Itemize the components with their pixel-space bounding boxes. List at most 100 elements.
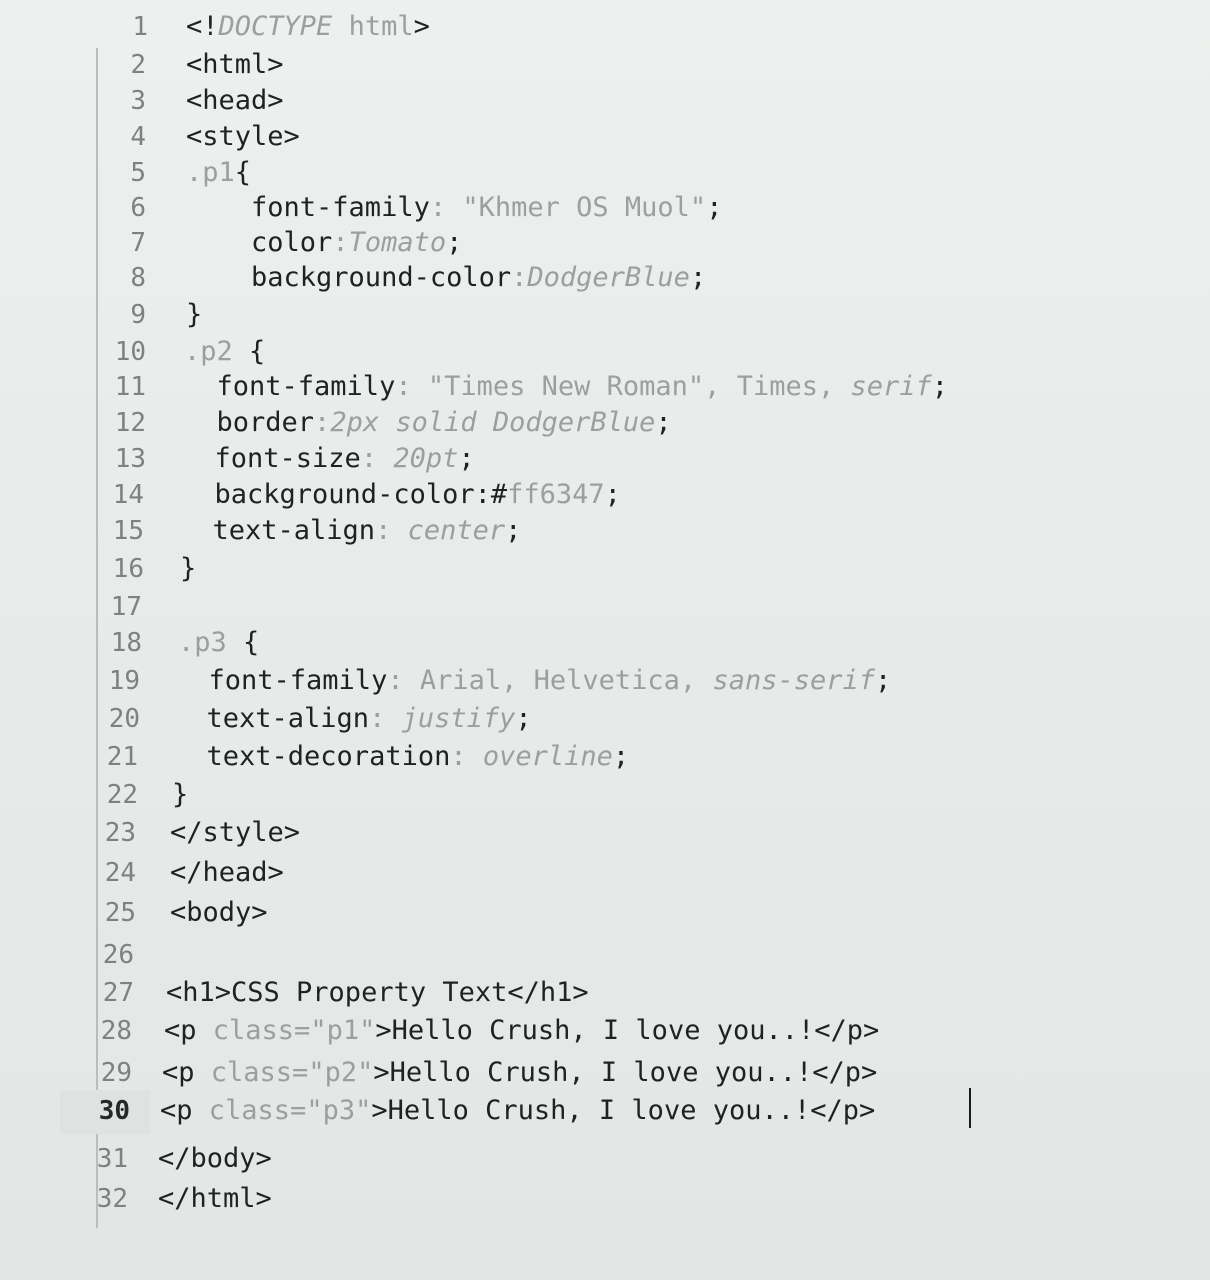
line-number: 1: [132, 12, 148, 42]
line-number: 23: [104, 818, 136, 848]
line-number: 21: [106, 742, 138, 772]
line-code: font-size: 20pt;: [182, 440, 475, 478]
line-number: 3: [130, 86, 146, 116]
line-number: 5: [130, 158, 146, 188]
code-token: :: [360, 443, 394, 474]
code-line-29[interactable]: 29 <p class="p2">Hello Crush, I love you.…: [0, 1054, 1210, 1092]
line-number: 9: [130, 300, 146, 330]
code-token: ;: [689, 262, 707, 293]
code-line-31[interactable]: 31 </body>: [0, 1140, 1210, 1178]
code-token: >Hello Crush, I love you..!</p>: [371, 1095, 876, 1126]
code-token: ;: [612, 741, 630, 772]
code-line-22[interactable]: 22}: [0, 776, 1210, 814]
code-token: center: [407, 515, 506, 546]
line-number: 15: [112, 516, 144, 546]
line-number: 24: [104, 858, 136, 888]
code-line-4[interactable]: 4 <style>: [0, 118, 1210, 156]
code-line-2[interactable]: 2 <html>: [0, 46, 1210, 84]
code-token: ;: [875, 665, 892, 696]
code-token: :: [369, 703, 402, 734]
line-number: 28: [100, 1016, 132, 1046]
code-line-20[interactable]: 20 text-align: justify;: [0, 700, 1210, 738]
line-code: text-align: center;: [180, 512, 522, 550]
line-code: <style>: [186, 118, 300, 156]
code-token: DOCTYPE: [218, 11, 333, 42]
code-token: class="p1": [212, 1015, 376, 1046]
code-token: class="p3": [208, 1095, 372, 1126]
code-line-16[interactable]: 16}: [0, 550, 1210, 588]
code-token: font-size: [182, 443, 361, 474]
code-token: <p: [164, 1015, 213, 1046]
code-line-24[interactable]: 24 </head>: [0, 854, 1210, 892]
code-token: class="p2": [210, 1057, 374, 1088]
code-token: ;: [505, 515, 522, 546]
line-number: 7: [130, 228, 146, 258]
code-token: html: [332, 11, 414, 42]
code-line-7[interactable]: 7 color:Tomato;: [0, 224, 1210, 262]
code-line-18[interactable]: 18 .p3 {: [0, 624, 1210, 662]
code-line-3[interactable]: 3 <head>: [0, 82, 1210, 120]
line-number: 29: [100, 1058, 132, 1088]
code-line-11[interactable]: 11 font-family: "Times New Roman", Times…: [0, 368, 1210, 406]
code-token: </style>: [170, 817, 301, 848]
code-token: ff6347: [507, 479, 605, 510]
code-line-8[interactable]: 8 background-color:DodgerBlue;: [0, 259, 1210, 297]
line-number: 22: [106, 780, 138, 810]
code-token: .p1: [186, 157, 235, 188]
line-code: </head>: [170, 854, 284, 892]
code-line-15[interactable]: 15 text-align: center;: [0, 512, 1210, 550]
code-token: {: [232, 336, 266, 367]
code-token: Tomato: [348, 227, 447, 258]
code-token: ;: [931, 371, 949, 402]
line-code: .p2 {: [184, 333, 265, 371]
code-token: border: [184, 407, 315, 438]
code-token: ;: [604, 479, 621, 510]
code-token: text-decoration: [174, 741, 451, 772]
code-token: :: [332, 227, 349, 258]
code-line-1[interactable]: 1 <!DOCTYPE html>: [0, 8, 1210, 46]
code-line-21[interactable]: 21 text-decoration: overline;: [0, 738, 1210, 776]
line-code: background-color:DodgerBlue;: [186, 259, 706, 297]
code-token: ;: [515, 703, 532, 734]
code-token: <html>: [186, 49, 284, 80]
code-token: font-family: [184, 371, 396, 402]
code-line-28[interactable]: 28 <p class="p1">Hello Crush, I love you.…: [0, 1012, 1210, 1050]
line-code: </html>: [158, 1180, 272, 1218]
code-line-27[interactable]: 27 <h1>CSS Property Text</h1>: [0, 974, 1210, 1012]
code-token: :: [375, 515, 408, 546]
code-line-32[interactable]: 32 </html>: [0, 1180, 1210, 1218]
line-code: .p3 {: [178, 624, 259, 662]
code-token: <body>: [170, 897, 268, 928]
code-token: >Hello Crush, I love you..!</p>: [375, 1015, 880, 1046]
code-token: </head>: [170, 857, 284, 888]
text-caret: [969, 1088, 971, 1128]
code-line-30[interactable]: 30 <p class="p3">Hello Crush, I love you.…: [0, 1092, 1210, 1130]
code-line-6[interactable]: 6 font-family: "Khmer OS Muol";: [0, 189, 1210, 227]
code-line-12[interactable]: 12 border:2px solid DodgerBlue;: [0, 404, 1210, 442]
code-line-17[interactable]: 17: [0, 588, 1210, 626]
code-line-13[interactable]: 13 font-size: 20pt;: [0, 440, 1210, 478]
code-line-19[interactable]: 19 font-family: Arial, Helvetica, sans-s…: [0, 662, 1210, 700]
line-number: 4: [130, 122, 146, 152]
code-token: font-family: [176, 665, 388, 696]
code-token: }: [186, 299, 203, 330]
code-line-14[interactable]: 14 background-color:#ff6347;: [0, 476, 1210, 514]
line-number: 12: [114, 408, 146, 438]
code-token: : Arial, Helvetica,: [387, 665, 713, 696]
code-token: </body>: [158, 1143, 272, 1174]
code-line-26[interactable]: 26: [0, 936, 1210, 974]
code-line-23[interactable]: 23 </style>: [0, 814, 1210, 852]
line-code: <p class="p3">Hello Crush, I love you..!…: [160, 1092, 875, 1130]
line-number: 11: [114, 372, 146, 402]
code-token: }: [172, 779, 189, 810]
code-token: <p: [160, 1095, 209, 1126]
code-line-10[interactable]: 10 .p2 {: [0, 333, 1210, 371]
line-number: 6: [130, 193, 146, 223]
code-line-5[interactable]: 5 .p1{: [0, 154, 1210, 192]
code-token: <head>: [186, 85, 284, 116]
code-editor[interactable]: 1 <!DOCTYPE html> 2 <html> 3 <head> 4 <style> 5.…: [0, 0, 1210, 1280]
code-line-9[interactable]: 9}: [0, 296, 1210, 334]
code-token: ;: [458, 443, 475, 474]
code-line-25[interactable]: 25 <body>: [0, 894, 1210, 932]
line-code: <html>: [186, 46, 284, 84]
